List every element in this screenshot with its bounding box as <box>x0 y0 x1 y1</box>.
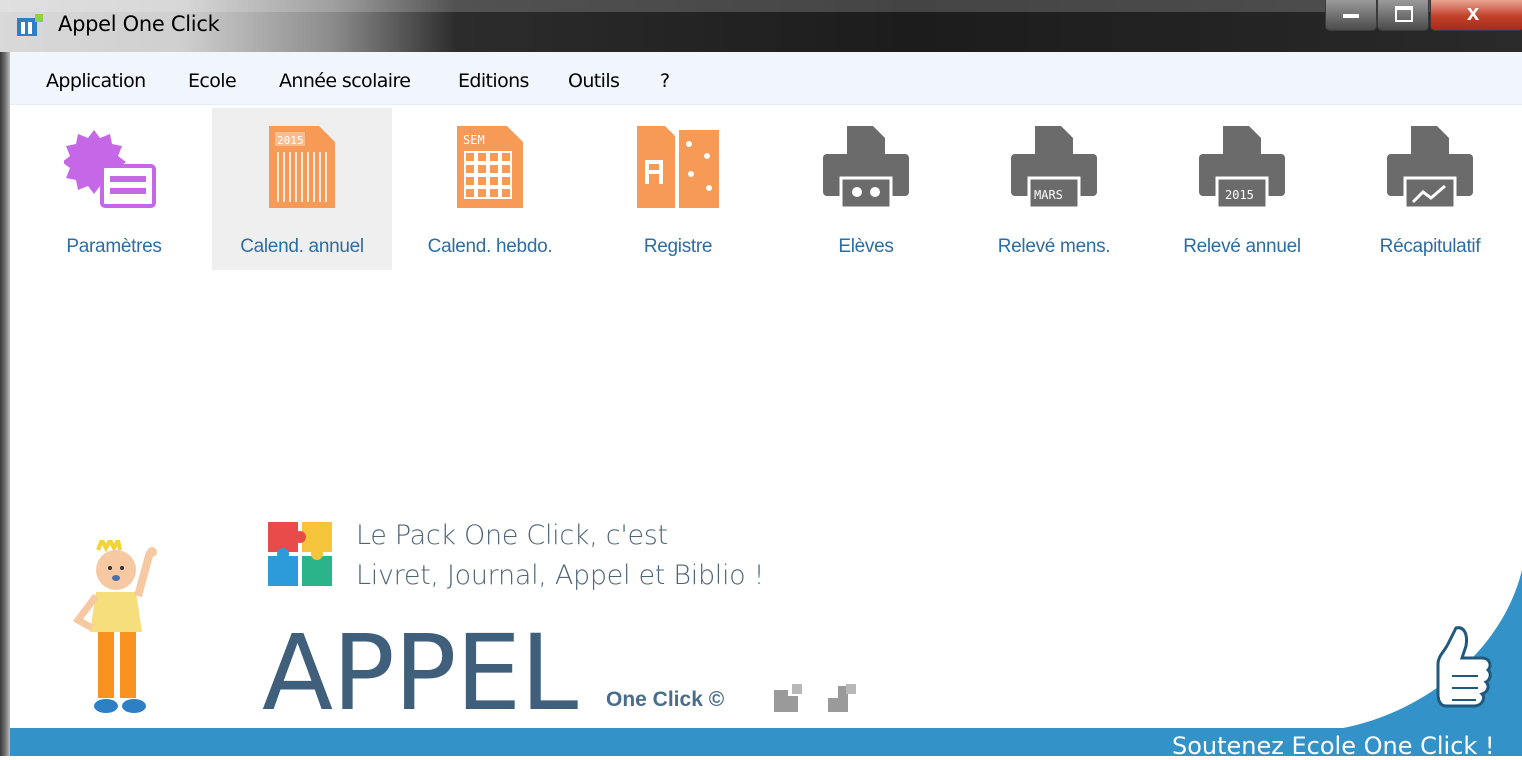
toolbar-label: Calend. hebdo. <box>427 236 553 257</box>
annual-calendar-icon: 2015 <box>269 126 335 208</box>
toolbar-label: Récapitulatif <box>1379 236 1481 257</box>
toolbar-label: Registre <box>643 236 713 257</box>
toolbar-eleves[interactable]: Elèves <box>776 108 956 270</box>
toolbar-label: Relevé annuel <box>1183 236 1301 257</box>
monthly-report-printer-icon: MARS <box>1011 126 1097 210</box>
calendar-badge: 2015 <box>277 134 304 147</box>
menu-bar: Application Ecole Année scolaire Edition… <box>10 52 1522 105</box>
minimize-button[interactable] <box>1325 0 1377 31</box>
toolbar-label: Relevé mens. <box>997 236 1111 257</box>
menu-outils[interactable]: Outils <box>568 70 620 92</box>
calendar-badge: SEM <box>463 133 485 147</box>
minimize-icon <box>1343 14 1359 18</box>
thumbs-up-icon <box>1436 626 1492 708</box>
promo-line-1: Le Pack One Click, c'est <box>356 520 668 551</box>
maximize-button[interactable] <box>1377 0 1429 31</box>
brand-label: One Click © <box>606 688 725 711</box>
summary-printer-icon <box>1387 126 1473 210</box>
report-badge: MARS <box>1034 188 1063 202</box>
toolbar-parametres[interactable]: Paramètres <box>24 108 204 270</box>
students-printer-icon <box>823 126 909 210</box>
window-left-border <box>0 52 10 756</box>
toolbar-registre[interactable]: Registre <box>588 108 768 270</box>
menu-annee-scolaire[interactable]: Année scolaire <box>279 70 411 92</box>
weekly-calendar-icon: SEM <box>457 126 523 208</box>
menu-ecole[interactable]: Ecole <box>188 70 237 92</box>
toolbar-label: Elèves <box>838 236 894 257</box>
export-icon[interactable] <box>772 682 806 714</box>
report-badge: 2015 <box>1225 188 1254 202</box>
toolbar-releve-mens[interactable]: MARS Relevé mens. <box>964 108 1144 270</box>
mascot-illustration <box>72 540 157 713</box>
toolbar-releve-annuel[interactable]: 2015 Relevé annuel <box>1152 108 1332 270</box>
register-icon <box>637 126 719 208</box>
import-icon[interactable] <box>826 682 860 714</box>
maximize-icon <box>1395 6 1413 22</box>
toolbar-calend-annuel[interactable]: 2015 Calend. annuel <box>212 108 392 270</box>
title-bar: Appel One Click x <box>0 0 1522 52</box>
settings-icon <box>64 130 156 208</box>
menu-help[interactable]: ? <box>660 70 670 92</box>
toolbar-recapitulatif[interactable]: Récapitulatif <box>1340 108 1520 270</box>
close-icon: x <box>1467 0 1480 25</box>
annual-report-printer-icon: 2015 <box>1199 126 1285 210</box>
title-gloss <box>0 0 1522 12</box>
product-title: APPEL <box>262 612 578 734</box>
puzzle-logo-icon <box>268 522 332 586</box>
menu-application[interactable]: Application <box>46 70 146 92</box>
window-title: Appel One Click <box>58 12 220 36</box>
app-icon <box>17 14 43 36</box>
toolbar-label: Paramètres <box>66 236 162 257</box>
menu-editions[interactable]: Editions <box>458 70 529 92</box>
toolbar-calend-hebdo[interactable]: SEM Calend. hebdo. <box>400 108 580 270</box>
toolbar-label: Calend. annuel <box>240 236 364 257</box>
promo-line-2: Livret, Journal, Appel et Biblio ! <box>356 560 765 591</box>
close-button[interactable]: x <box>1430 0 1522 31</box>
